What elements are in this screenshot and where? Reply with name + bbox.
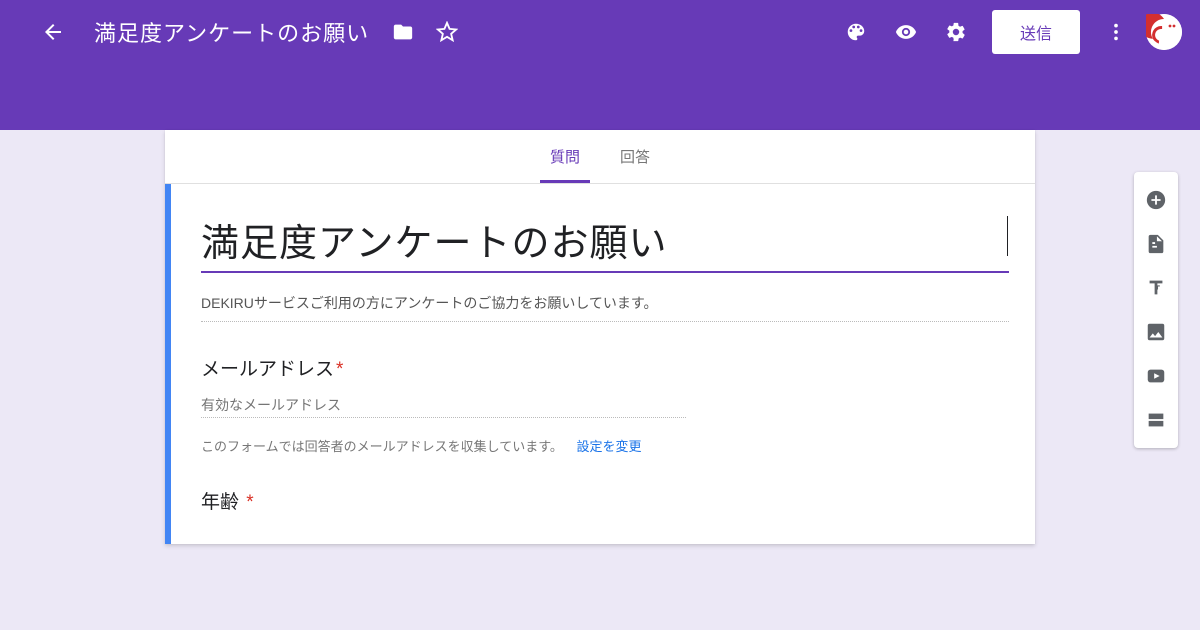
- form-card: 質問 回答 満足度アンケートのお願い DEKIRUサービスご利用の方にアンケート…: [165, 130, 1035, 544]
- folder-icon[interactable]: [383, 12, 423, 52]
- tab-questions[interactable]: 質問: [530, 130, 600, 183]
- tabs: 質問 回答: [165, 130, 1035, 184]
- form-description[interactable]: DEKIRUサービスご利用の方にアンケートのご協力をお願いしています。: [201, 293, 1009, 322]
- text-cursor: [1007, 216, 1008, 256]
- add-question-icon[interactable]: [1134, 178, 1178, 222]
- age-question-label: 年齢 *: [201, 487, 1009, 514]
- header-left-icons: [383, 12, 467, 52]
- email-input[interactable]: [201, 397, 686, 418]
- form-title-text: 満足度アンケートのお願い: [201, 212, 1009, 267]
- required-asterisk: *: [246, 492, 253, 513]
- settings-gear-icon[interactable]: [936, 12, 976, 52]
- tab-responses-label: 回答: [620, 146, 650, 167]
- question-age: 年齢 *: [201, 487, 1009, 514]
- question-email: メールアドレス* このフォームでは回答者のメールアドレスを収集しています。 設定…: [201, 354, 1009, 455]
- account-avatar[interactable]: [1146, 14, 1182, 50]
- email-collect-note: このフォームでは回答者のメールアドレスを収集しています。 設定を変更: [201, 436, 1009, 455]
- form-title-header: 満足度アンケートのお願い: [94, 16, 369, 48]
- tab-responses[interactable]: 回答: [600, 130, 670, 183]
- palette-icon[interactable]: [836, 12, 876, 52]
- send-button[interactable]: 送信: [992, 10, 1080, 54]
- tab-questions-label: 質問: [550, 146, 580, 167]
- header-row: 満足度アンケートのお願い 送信: [0, 0, 1200, 64]
- form-title-field[interactable]: 満足度アンケートのお願い: [201, 212, 1009, 273]
- age-label-text: 年齢: [201, 492, 239, 513]
- required-asterisk: *: [336, 359, 343, 380]
- import-questions-icon[interactable]: [1134, 222, 1178, 266]
- form-body: 満足度アンケートのお願い DEKIRUサービスご利用の方にアンケートのご協力をお…: [165, 184, 1035, 544]
- add-image-icon[interactable]: [1134, 310, 1178, 354]
- app-header: 満足度アンケートのお願い 送信: [0, 0, 1200, 130]
- add-section-icon[interactable]: [1134, 398, 1178, 442]
- preview-eye-icon[interactable]: [886, 12, 926, 52]
- add-title-icon[interactable]: [1134, 266, 1178, 310]
- email-label-text: メールアドレス: [201, 359, 334, 380]
- collect-note-text: このフォームでは回答者のメールアドレスを収集しています。: [201, 439, 563, 454]
- header-right-icons: 送信: [836, 10, 1182, 54]
- change-settings-link[interactable]: 設定を変更: [577, 439, 642, 454]
- star-icon[interactable]: [427, 12, 467, 52]
- back-arrow-icon[interactable]: [40, 19, 66, 45]
- email-question-label: メールアドレス*: [201, 354, 1009, 381]
- more-vert-icon[interactable]: [1096, 12, 1136, 52]
- side-toolbar: [1134, 172, 1178, 448]
- add-video-icon[interactable]: [1134, 354, 1178, 398]
